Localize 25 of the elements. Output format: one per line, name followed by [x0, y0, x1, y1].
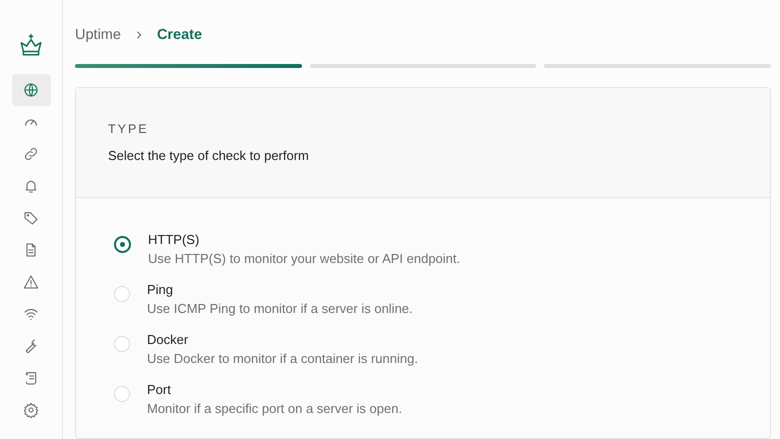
option-description: Use ICMP Ping to monitor if a server is online.: [147, 301, 413, 316]
link-icon: [23, 146, 39, 162]
bell-icon: [23, 178, 39, 194]
option-label: Ping: [147, 282, 174, 297]
option-label: Port: [147, 382, 172, 397]
tag-icon: [23, 210, 39, 226]
option-label: Docker: [147, 332, 190, 347]
sidebar-item[interactable]: [12, 74, 50, 106]
crown-logo: [18, 32, 44, 58]
option-description: Use HTTP(S) to monitor your website or API endpoint.: [148, 251, 460, 266]
settings-icon: [23, 402, 39, 418]
warning-icon: [23, 274, 39, 290]
wifi-icon: [23, 306, 39, 322]
radio-button[interactable]: [114, 236, 131, 253]
breadcrumb-link[interactable]: Uptime: [75, 27, 121, 43]
option-description: Monitor if a specific port on a server is open.: [147, 401, 402, 416]
section-subtitle: Select the type of check to perform: [108, 148, 310, 163]
breadcrumb-current: Create: [156, 27, 202, 43]
chevron-icon: [134, 30, 143, 40]
section-title: TYPE: [108, 122, 150, 136]
scroll-icon: [23, 370, 39, 386]
option-description: Use Docker to monitor if a container is running.: [147, 351, 418, 366]
option-label: HTTP(S): [148, 232, 200, 247]
wrench-icon: [23, 338, 39, 354]
globe-icon: [23, 82, 39, 98]
